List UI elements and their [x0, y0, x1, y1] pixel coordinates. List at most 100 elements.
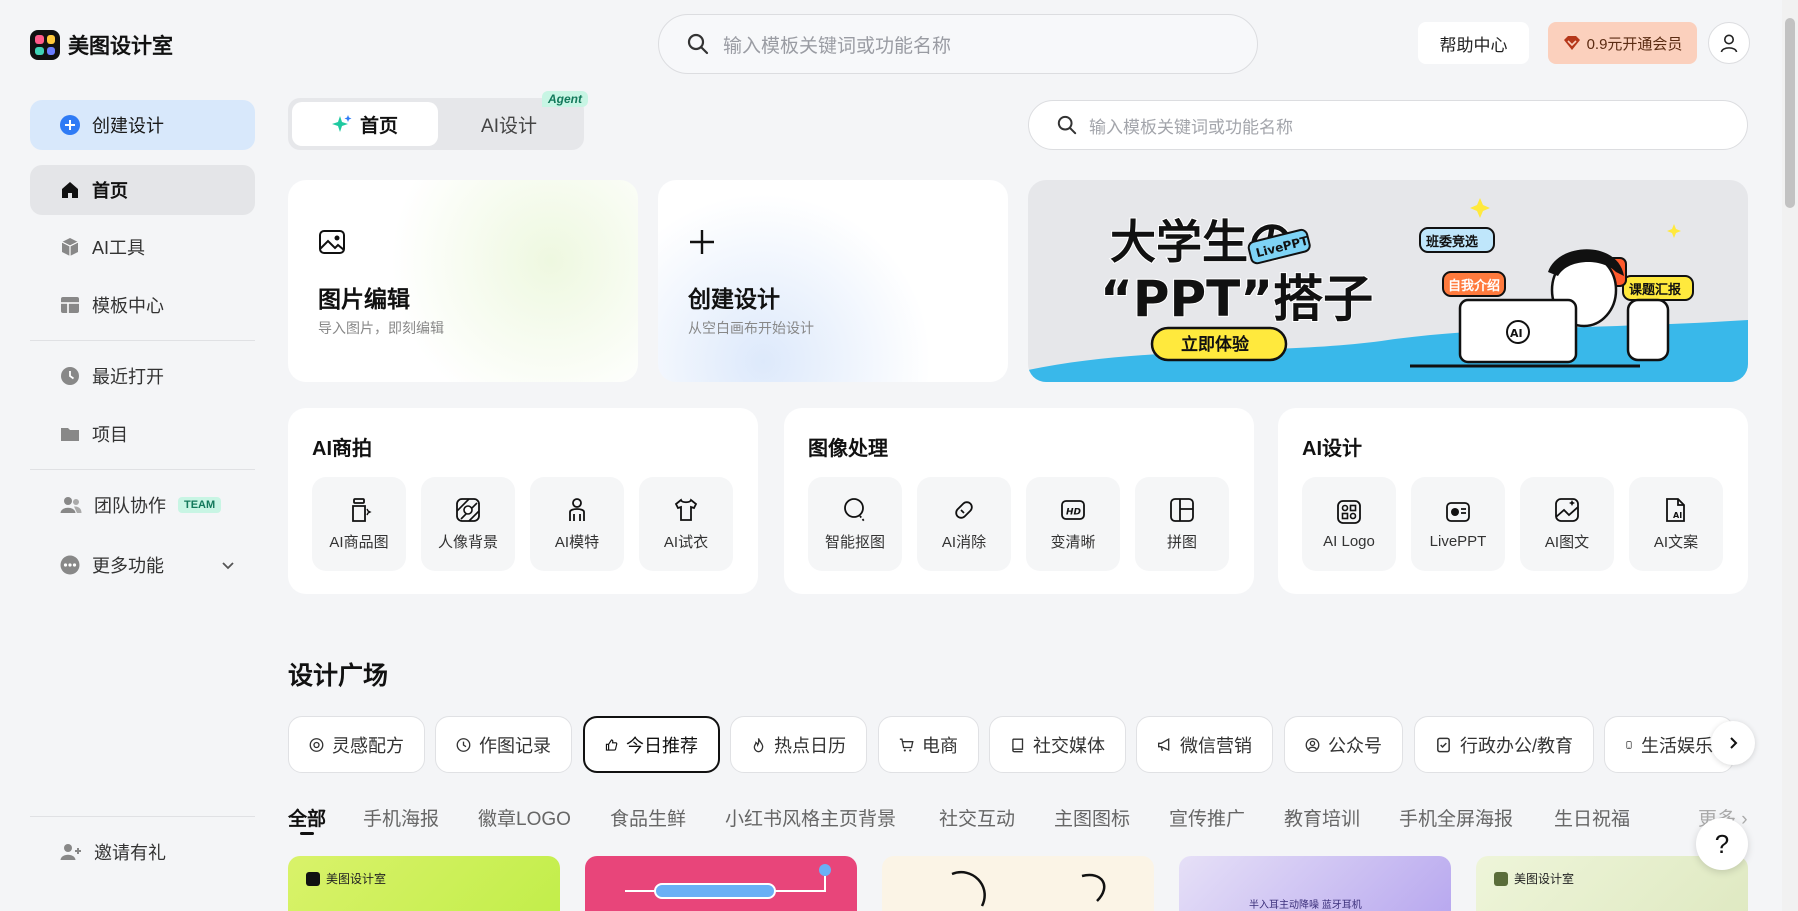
sidebar-item-more[interactable]: 更多功能 [30, 540, 255, 590]
hd-icon: HD [1061, 499, 1085, 520]
plus-circle-icon [60, 115, 80, 135]
tool-label: AI文案 [1653, 533, 1699, 551]
tool-ai-image-text[interactable]: AI图文 [1520, 477, 1614, 571]
category-item[interactable]: 社交互动 [939, 804, 1015, 831]
template-thumb[interactable] [882, 856, 1154, 911]
category-item[interactable]: 宣传推广 [1169, 804, 1245, 831]
category-item[interactable]: 主图图标 [1054, 804, 1130, 831]
clock-icon [61, 367, 79, 385]
tool-label: AI消除 [941, 533, 987, 551]
tool-ai-model[interactable]: AI模特 [530, 477, 624, 571]
presentation-icon [1446, 501, 1470, 522]
promo-banner[interactable]: 大学生の “PPT”搭子 LivePPT 立即体验 班委竞选 自我介绍 课题汇报… [1028, 180, 1748, 382]
top-search-placeholder: 输入模板关键词或功能名称 [723, 35, 952, 57]
sidebar-item-label: 团队协作 [94, 496, 166, 516]
tool-collage[interactable]: 拼图 [1135, 477, 1229, 571]
cube-icon [61, 238, 79, 256]
section-title: AI商拍 [312, 438, 372, 460]
sidebar-item-label: 最近打开 [92, 367, 164, 387]
chip-social-media[interactable]: 社交媒体 [989, 716, 1126, 773]
sidebar-item-label: 邀请有礼 [94, 843, 166, 863]
category-all[interactable]: 全部 [288, 804, 326, 831]
banner-cta: 立即体验 [1181, 334, 1250, 355]
scrollbar-thumb[interactable] [1785, 18, 1795, 208]
tool-label: 变清晰 [1050, 533, 1096, 551]
section-title: 图像处理 [808, 438, 888, 460]
top-search-input[interactable]: 输入模板关键词或功能名称 [658, 14, 1258, 74]
thumb-decoration [625, 864, 831, 899]
logo-tool-icon [1337, 499, 1361, 524]
chip-label: 作图记录 [479, 735, 551, 756]
create-design-card[interactable]: 创建设计 从空白画布开始设计 [658, 180, 1008, 382]
category-item[interactable]: 食品生鲜 [610, 804, 686, 831]
sidebar-item-team[interactable]: 团队协作 TEAM [30, 480, 255, 530]
category-item[interactable]: 手机海报 [363, 804, 439, 831]
svg-text:AI: AI [1673, 511, 1682, 520]
category-item[interactable]: 手机全屏海报 [1399, 804, 1513, 831]
chips-next-button[interactable] [1711, 721, 1755, 765]
search-icon [1057, 115, 1077, 135]
chip-wechat-marketing[interactable]: 微信营销 [1136, 716, 1273, 773]
sidebar-item-label: 项目 [92, 425, 128, 445]
product-icon [352, 497, 372, 522]
chip-history[interactable]: 作图记录 [435, 716, 572, 773]
sidebar-item-templates[interactable]: 模板中心 [30, 280, 255, 330]
tool-portrait-background[interactable]: 人像背景 [421, 477, 515, 571]
sidebar-item-home[interactable]: 首页 [30, 165, 255, 215]
tab-ai-design[interactable]: AI设计 [438, 102, 580, 146]
chip-inspiration[interactable]: 灵感配方 [288, 716, 425, 773]
chevron-right-icon [1730, 737, 1738, 749]
tool-ai-copywriting[interactable]: AI AI文案 [1629, 477, 1723, 571]
tool-ai-logo[interactable]: AI Logo [1302, 477, 1396, 571]
main-search-input[interactable]: 输入模板关键词或功能名称 [1028, 100, 1748, 150]
sidebar: 创建设计 首页 AI工具 模板中心 最近打开 项目 团队协作 TEAM 更多功能… [0, 90, 275, 911]
help-center-button[interactable]: 帮助中心 [1418, 22, 1529, 64]
chip-office-education[interactable]: 行政办公/教育 [1414, 716, 1594, 773]
chip-official-account[interactable]: 公众号 [1284, 716, 1403, 773]
template-icon [61, 297, 79, 313]
sidebar-item-recent[interactable]: 最近打开 [30, 351, 255, 401]
sidebar-item-invite[interactable]: 邀请有礼 [30, 827, 255, 877]
template-thumb[interactable]: 美图设计室 [288, 856, 560, 911]
help-fab-button[interactable]: ? [1696, 818, 1748, 870]
card-subtitle: 从空白画布开始设计 [688, 320, 814, 336]
chip-hot-calendar[interactable]: 热点日历 [730, 716, 867, 773]
sidebar-divider [30, 340, 255, 341]
chip-ecommerce[interactable]: 电商 [878, 716, 979, 773]
template-thumb[interactable]: 半入耳主动降噪 蓝牙耳机 [1179, 856, 1451, 911]
sidebar-item-projects[interactable]: 项目 [30, 409, 255, 459]
tool-ai-eraser[interactable]: AI消除 [917, 477, 1011, 571]
page-scrollbar[interactable] [1782, 0, 1798, 911]
user-icon [1720, 34, 1738, 53]
app-logo[interactable]: 美图设计室 [30, 30, 173, 60]
team-icon [60, 497, 82, 513]
tool-ai-try-on[interactable]: AI试衣 [639, 477, 733, 571]
svg-text:HD: HD [1066, 507, 1082, 517]
tab-home[interactable]: 首页 [292, 102, 438, 146]
category-item[interactable]: 小红书风格主页背景 [725, 804, 896, 831]
agent-badge: Agent [542, 91, 588, 107]
tool-enhance[interactable]: HD 变清晰 [1026, 477, 1120, 571]
sidebar-item-ai-tools[interactable]: AI工具 [30, 222, 255, 272]
logo-mark-icon [30, 30, 60, 60]
section-ai-product-shoot: AI商拍 AI商品图 人像背景 AI模特 AI试衣 [288, 408, 758, 594]
tool-smart-cutout[interactable]: 智能抠图 [808, 477, 902, 571]
create-design-button[interactable]: 创建设计 [30, 100, 255, 150]
user-avatar-button[interactable] [1708, 22, 1750, 64]
vip-button[interactable]: 0.9元开通会员 [1548, 22, 1697, 64]
chip-today-picks[interactable]: 今日推荐 [583, 716, 720, 773]
category-item[interactable]: 生日祝福 [1554, 804, 1630, 831]
category-item[interactable]: 徽章LOGO [478, 804, 571, 831]
tool-liveppt[interactable]: LivePPT [1411, 477, 1505, 571]
section-ai-design: AI设计 AI Logo LivePPT AI图文 AI AI文案 [1278, 408, 1748, 594]
image-edit-card[interactable]: 图片编辑 导入图片，即刻编辑 [288, 180, 638, 382]
thumb-label: 半入耳主动降噪 蓝牙耳机 [1249, 900, 1362, 911]
thumb-decoration [951, 871, 1106, 907]
main-content: 首页 AI设计 Agent 输入模板关键词或功能名称 图片编辑 导入图片，即刻编… [288, 90, 1755, 911]
document-ai-icon: AI [1666, 497, 1685, 522]
flame-icon [753, 737, 764, 752]
category-item[interactable]: 教育培训 [1284, 804, 1360, 831]
template-thumb[interactable] [585, 856, 857, 911]
tool-ai-product-image[interactable]: AI商品图 [312, 477, 406, 571]
banner-bubble: 班委竞选 [1426, 234, 1478, 250]
